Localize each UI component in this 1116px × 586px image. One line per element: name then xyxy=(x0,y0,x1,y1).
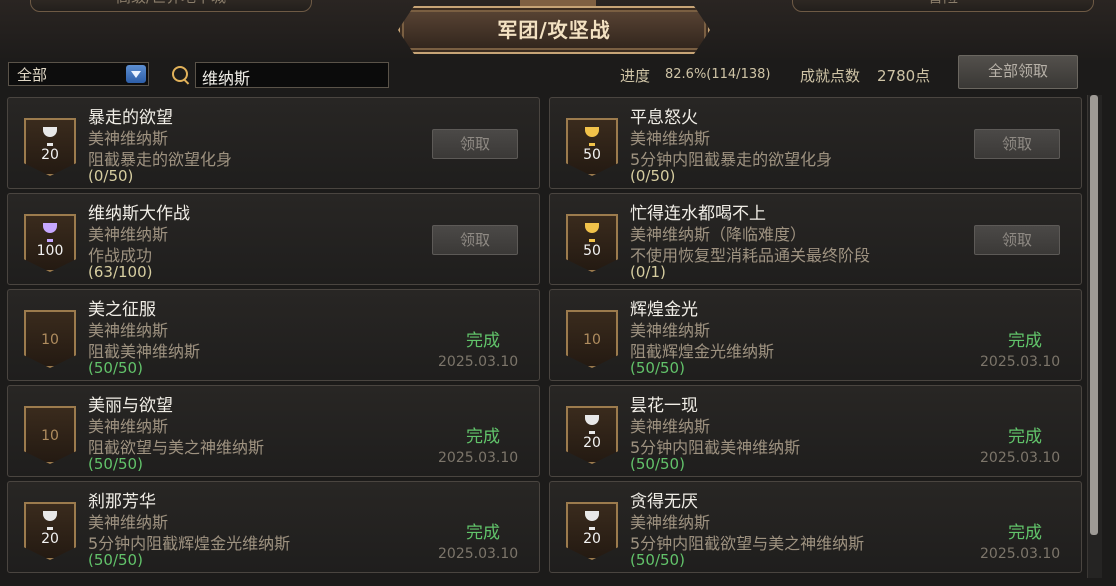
silver-trophy-badge: 20 xyxy=(566,406,618,464)
complete-label: 完成 xyxy=(466,523,500,543)
search-input[interactable]: 维纳斯 xyxy=(195,62,389,88)
complete-label: 完成 xyxy=(1008,331,1042,351)
achievement-progress: (63/100) xyxy=(88,263,153,281)
trophy-icon xyxy=(41,223,59,242)
gold-trophy-badge: 50 xyxy=(566,214,618,272)
silver-trophy-badge: 20 xyxy=(24,118,76,176)
trophy-icon xyxy=(583,415,601,434)
tab-adventure[interactable]: 冒险 xyxy=(792,0,1094,12)
complete-label: 完成 xyxy=(466,331,500,351)
complete-label: 完成 xyxy=(1008,427,1042,447)
achievement-points-value: 2780点 xyxy=(877,67,931,85)
purple-trophy-badge: 100 xyxy=(24,214,76,272)
achievement-card: 20 刹那芳华 美神维纳斯 5分钟内阻截辉煌金光维纳斯 (50/50) 完成 2… xyxy=(7,481,540,573)
complete-date: 2025.03.10 xyxy=(438,546,519,562)
achievement-card: 20 贪得无厌 美神维纳斯 5分钟内阻截欲望与美之神维纳斯 (50/50) 完成… xyxy=(549,481,1082,573)
achievement-progress: (50/50) xyxy=(88,455,143,473)
claim-button[interactable]: 领取 xyxy=(432,129,518,159)
complete-date: 2025.03.10 xyxy=(980,546,1061,562)
progress-label: 进度 xyxy=(620,67,651,85)
gold-trophy-badge: 50 xyxy=(566,118,618,176)
category-select-value: 全部 xyxy=(17,66,48,84)
bronze-badge: 10 xyxy=(24,310,76,368)
trophy-icon xyxy=(583,223,601,242)
achievement-progress: (50/50) xyxy=(630,551,685,569)
scrollbar-thumb[interactable] xyxy=(1090,95,1098,535)
achievement-progress: (50/50) xyxy=(630,359,685,377)
achievement-progress: (0/50) xyxy=(88,167,134,185)
complete-date: 2025.03.10 xyxy=(980,354,1061,370)
complete-label: 完成 xyxy=(1008,523,1042,543)
achievement-card: 10 辉煌金光 美神维纳斯 阻截辉煌金光维纳斯 (50/50) 完成 2025.… xyxy=(549,289,1082,381)
trophy-icon xyxy=(41,127,59,146)
achievement-card: 50 忙得连水都喝不上 美神维纳斯（降临难度） 不使用恢复型消耗品通关最终阶段 … xyxy=(549,193,1082,285)
complete-date: 2025.03.10 xyxy=(438,354,519,370)
tab-advanced-dungeon[interactable]: 高级/世界地下城 xyxy=(30,0,312,12)
claim-button[interactable]: 领取 xyxy=(974,129,1060,159)
achievement-progress: (0/50) xyxy=(630,167,676,185)
achievement-card: 10 美之征服 美神维纳斯 阻截美神维纳斯 (50/50) 完成 2025.03… xyxy=(7,289,540,381)
trophy-icon xyxy=(583,511,601,530)
bronze-badge: 10 xyxy=(566,310,618,368)
dropdown-arrow-icon[interactable] xyxy=(126,65,146,83)
complete-date: 2025.03.10 xyxy=(980,450,1061,466)
achievement-condition: 不使用恢复型消耗品通关最终阶段 xyxy=(630,246,871,265)
title-plate: 军团/攻坚战 xyxy=(398,6,710,54)
achievement-progress: (50/50) xyxy=(88,359,143,377)
silver-trophy-badge: 20 xyxy=(24,502,76,560)
complete-label: 完成 xyxy=(466,427,500,447)
silver-trophy-badge: 20 xyxy=(566,502,618,560)
achievement-card: 20 昙花一现 美神维纳斯 5分钟内阻截美神维纳斯 (50/50) 完成 202… xyxy=(549,385,1082,477)
claim-button[interactable]: 领取 xyxy=(974,225,1060,255)
progress-value: 82.6%(114/138) xyxy=(665,67,771,82)
achievement-card: 50 平息怒火 美神维纳斯 5分钟内阻截暴走的欲望化身 (0/50) 领取 xyxy=(549,97,1082,189)
claim-button[interactable]: 领取 xyxy=(432,225,518,255)
page-title: 军团/攻坚战 xyxy=(497,18,611,42)
achievement-card: 100 维纳斯大作战 美神维纳斯 作战成功 (63/100) 领取 xyxy=(7,193,540,285)
achievement-points-label: 成就点数 xyxy=(800,67,861,85)
category-select[interactable]: 全部 xyxy=(8,62,149,86)
bronze-badge: 10 xyxy=(24,406,76,464)
search-icon xyxy=(172,66,188,82)
achievement-card: 10 美丽与欲望 美神维纳斯 阻截欲望与美之神维纳斯 (50/50) 完成 20… xyxy=(7,385,540,477)
achievement-list: 20 暴走的欲望 美神维纳斯 阻截暴走的欲望化身 (0/50) 领取 50 平息… xyxy=(0,95,1086,586)
claim-all-button[interactable]: 全部领取 xyxy=(958,55,1078,89)
trophy-icon xyxy=(583,127,601,146)
achievement-progress: (50/50) xyxy=(88,551,143,569)
achievement-progress: (50/50) xyxy=(630,455,685,473)
complete-date: 2025.03.10 xyxy=(438,450,519,466)
achievement-progress: (0/1) xyxy=(630,263,666,281)
trophy-icon xyxy=(41,511,59,530)
achievement-card: 20 暴走的欲望 美神维纳斯 阻截暴走的欲望化身 (0/50) 领取 xyxy=(7,97,540,189)
